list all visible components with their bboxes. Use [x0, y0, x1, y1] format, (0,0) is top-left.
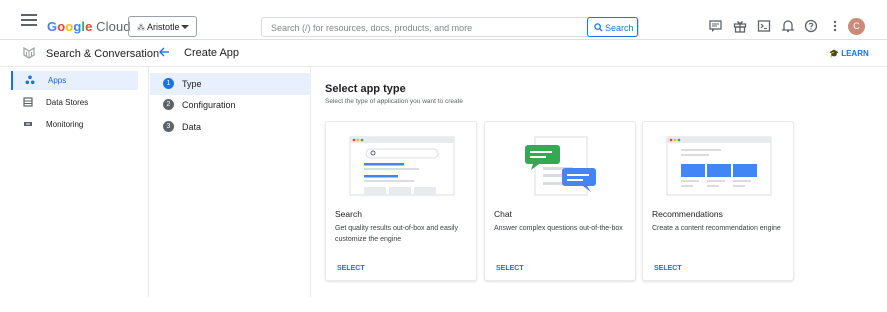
- project-icon: ⁂: [137, 23, 145, 32]
- card-description: Get quality results out-of-box and easil…: [335, 225, 458, 243]
- section-subtitle: Select the type of application you want …: [325, 98, 464, 105]
- create-app-stepper: 1 Type 2 Configuration 3 Data: [150, 67, 311, 297]
- monitoring-icon: [24, 122, 32, 126]
- step-number: 2: [163, 99, 174, 110]
- product-header: Search & Conversation Create App 🎓 LEARN: [0, 41, 887, 67]
- search-bar[interactable]: Search (/) for resources, docs, products…: [261, 17, 639, 37]
- select-chat-button[interactable]: SELECT: [496, 265, 524, 272]
- help-icon[interactable]: [804, 19, 818, 33]
- top-bar: Google Cloud ⁂ Aristotle Search (/) for …: [0, 0, 887, 40]
- page-title: Create App: [184, 47, 240, 59]
- data-stores-icon: [23, 97, 33, 107]
- step-configuration[interactable]: 2 Configuration: [150, 94, 311, 116]
- app-type-card-search[interactable]: Search Get quality results out-of-box an…: [325, 121, 477, 281]
- terminal-icon[interactable]: [757, 19, 771, 33]
- app-type-card-chat[interactable]: Chat Answer complex questions out-of-the…: [484, 121, 636, 281]
- search-illustration: [349, 136, 455, 196]
- section-title: Select app type: [325, 83, 406, 95]
- card-description: Create a content recommendation engine: [652, 225, 781, 232]
- recommendations-illustration: [666, 136, 772, 196]
- step-number: 3: [163, 121, 174, 132]
- app-type-card-recommendations[interactable]: Recommendations Create a content recomme…: [642, 121, 794, 281]
- step-data[interactable]: 3 Data: [150, 116, 311, 138]
- card-title: Chat: [494, 209, 512, 219]
- avatar[interactable]: C: [848, 18, 865, 35]
- search-icon: [594, 23, 603, 32]
- select-search-button[interactable]: SELECT: [337, 265, 365, 272]
- sidebar-item-label: Data Stores: [46, 98, 89, 107]
- apps-icon: [25, 75, 35, 85]
- product-title: Search & Conversation: [46, 48, 160, 60]
- logo-cloud: Cloud: [96, 19, 131, 34]
- chat-illustration: [525, 136, 596, 196]
- notifications-bell-icon[interactable]: [781, 19, 795, 33]
- project-selector[interactable]: ⁂ Aristotle: [128, 16, 197, 37]
- logo-google: Google: [47, 19, 93, 34]
- card-title: Recommendations: [652, 209, 723, 219]
- learn-button[interactable]: 🎓 LEARN: [829, 49, 869, 58]
- gift-icon[interactable]: [733, 19, 747, 33]
- feedback-icon[interactable]: [709, 19, 723, 33]
- search-button[interactable]: Search: [587, 17, 638, 37]
- sidebar-item-label: Apps: [48, 76, 67, 85]
- step-label: Configuration: [182, 100, 236, 110]
- sidebar-item-apps[interactable]: Apps: [11, 71, 138, 90]
- sidebar: Apps Data Stores Monitoring: [0, 67, 149, 297]
- google-cloud-logo[interactable]: Google Cloud: [47, 19, 131, 34]
- step-type[interactable]: 1 Type: [150, 73, 311, 95]
- chevron-down-icon: [181, 25, 189, 29]
- search-conversation-product-icon: [23, 46, 35, 59]
- sidebar-item-monitoring[interactable]: Monitoring: [11, 115, 138, 134]
- learn-label: LEARN: [841, 49, 869, 58]
- step-label: Type: [182, 79, 202, 89]
- back-arrow-icon[interactable]: [158, 46, 170, 58]
- step-number: 1: [163, 78, 174, 89]
- sidebar-item-label: Monitoring: [46, 120, 84, 129]
- learn-icon: 🎓: [829, 49, 839, 58]
- sidebar-item-data-stores[interactable]: Data Stores: [11, 93, 138, 112]
- more-vert-icon[interactable]: [828, 19, 842, 33]
- card-description: Answer complex questions out-of-the-box: [494, 225, 623, 232]
- hamburger-menu-icon[interactable]: [21, 14, 37, 26]
- search-input[interactable]: Search (/) for resources, docs, products…: [271, 23, 472, 33]
- card-title: Search: [335, 209, 362, 219]
- select-recommendations-button[interactable]: SELECT: [654, 265, 682, 272]
- project-name: Aristotle: [147, 22, 180, 32]
- search-button-label: Search: [605, 23, 634, 33]
- step-label: Data: [182, 122, 202, 132]
